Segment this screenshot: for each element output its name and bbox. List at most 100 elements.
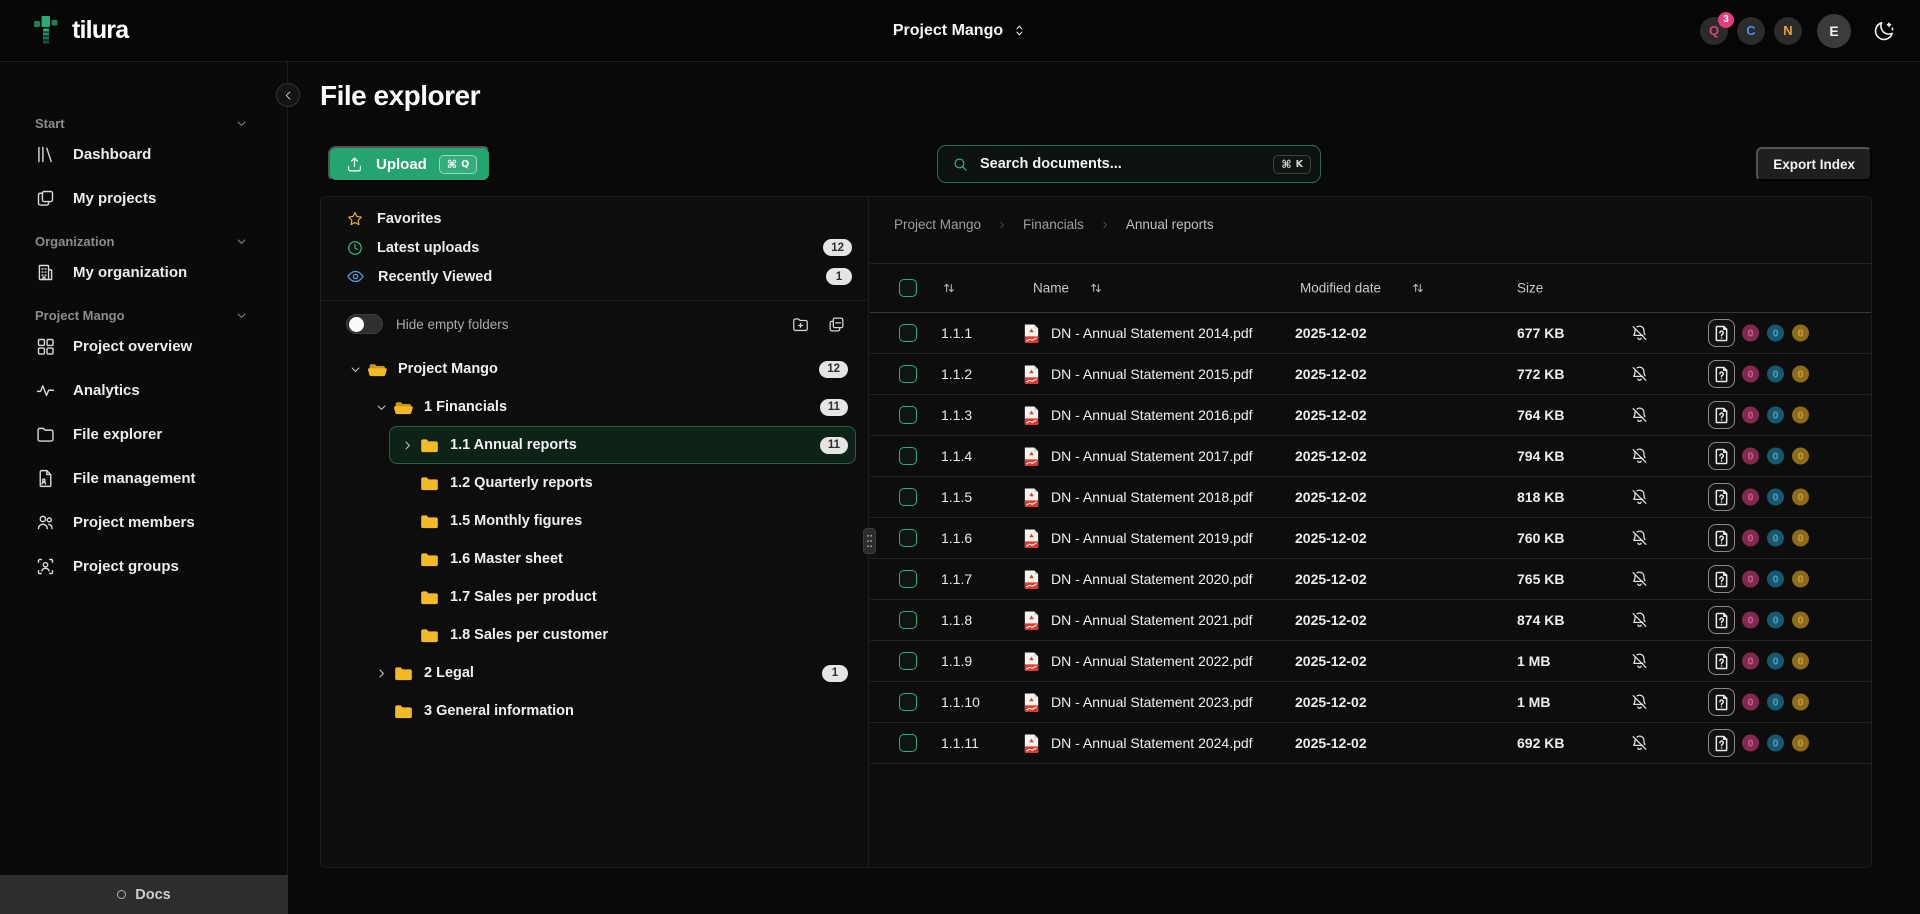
hide-empty-folders-toggle[interactable]	[346, 314, 383, 334]
row-checkbox[interactable]	[899, 652, 917, 670]
avatar-n[interactable]: N	[1774, 17, 1802, 45]
row-checkbox[interactable]	[899, 570, 917, 588]
collapse-all-icon[interactable]	[827, 315, 846, 334]
chevron-right-icon[interactable]	[398, 438, 416, 453]
file-name[interactable]: DN - Annual Statement 2020.pdf	[1051, 571, 1253, 587]
notifications-off-icon[interactable]	[1630, 488, 1649, 507]
breadcrumb-item-financials[interactable]: Financials	[1023, 217, 1084, 232]
export-index-button[interactable]: Export Index	[1756, 147, 1872, 181]
document-question-button[interactable]	[1708, 524, 1735, 552]
file-name[interactable]: DN - Annual Statement 2022.pdf	[1051, 653, 1253, 669]
document-question-button[interactable]	[1708, 401, 1735, 429]
sidebar-item-analytics[interactable]: Analytics	[0, 368, 287, 412]
quick-link-recently-viewed[interactable]: Recently Viewed1	[321, 262, 868, 291]
file-name[interactable]: DN - Annual Statement 2015.pdf	[1051, 366, 1253, 382]
notifications-off-icon[interactable]	[1630, 693, 1649, 712]
tree-row-2-legal[interactable]: 2 Legal1	[363, 654, 856, 692]
sidebar-section-header-start[interactable]: Start	[0, 114, 287, 132]
size-column-header[interactable]: Size	[1517, 281, 1543, 296]
document-question-button[interactable]	[1708, 565, 1735, 593]
notifications-off-icon[interactable]	[1630, 529, 1649, 548]
document-question-button[interactable]	[1708, 360, 1735, 388]
document-question-button[interactable]	[1708, 688, 1735, 716]
search-input[interactable]	[980, 156, 1262, 172]
file-name[interactable]: DN - Annual Statement 2023.pdf	[1051, 694, 1253, 710]
file-row-1-1-3[interactable]: 1.1.3DN - Annual Statement 2016.pdf2025-…	[870, 395, 1871, 436]
file-name[interactable]: DN - Annual Statement 2024.pdf	[1051, 735, 1253, 751]
file-name[interactable]: DN - Annual Statement 2017.pdf	[1051, 448, 1253, 464]
file-row-1-1-6[interactable]: 1.1.6DN - Annual Statement 2019.pdf2025-…	[870, 518, 1871, 559]
chevron-down-icon[interactable]	[346, 362, 364, 377]
search-box[interactable]: ⌘ K	[937, 145, 1321, 183]
sidebar-item-my-organization[interactable]: My organization	[0, 250, 287, 294]
breadcrumb-item-annual-reports[interactable]: Annual reports	[1126, 217, 1214, 232]
document-question-button[interactable]	[1708, 606, 1735, 634]
docs-button[interactable]: Docs	[0, 875, 288, 914]
sidebar-section-header-organization[interactable]: Organization	[0, 232, 287, 250]
quick-link-latest-uploads[interactable]: Latest uploads12	[321, 233, 868, 262]
chevron-right-icon[interactable]	[372, 666, 390, 681]
file-row-1-1-9[interactable]: 1.1.9DN - Annual Statement 2022.pdf2025-…	[870, 641, 1871, 682]
file-row-1-1-1[interactable]: 1.1.1DN - Annual Statement 2014.pdf2025-…	[870, 313, 1871, 354]
new-folder-icon[interactable]	[791, 315, 810, 334]
row-checkbox[interactable]	[899, 365, 917, 383]
sidebar-item-dashboard[interactable]: Dashboard	[0, 132, 287, 176]
sidebar-collapse-button[interactable]	[276, 83, 300, 107]
file-name[interactable]: DN - Annual Statement 2021.pdf	[1051, 612, 1253, 628]
file-row-1-1-5[interactable]: 1.1.5DN - Annual Statement 2018.pdf2025-…	[870, 477, 1871, 518]
app-logo[interactable]: tilura	[34, 16, 128, 45]
avatar-c[interactable]: C	[1737, 17, 1765, 45]
sidebar-item-file-explorer[interactable]: File explorer	[0, 412, 287, 456]
tree-row-1-7-sales-per-product[interactable]: 1.7 Sales per product	[389, 578, 856, 616]
notifications-off-icon[interactable]	[1630, 447, 1649, 466]
sidebar-section-header-project-mango[interactable]: Project Mango	[0, 306, 287, 324]
notifications-off-icon[interactable]	[1630, 406, 1649, 425]
avatar-q[interactable]: Q3	[1700, 17, 1728, 45]
file-name[interactable]: DN - Annual Statement 2016.pdf	[1051, 407, 1253, 423]
file-name[interactable]: DN - Annual Statement 2018.pdf	[1051, 489, 1253, 505]
row-checkbox[interactable]	[899, 406, 917, 424]
row-checkbox[interactable]	[899, 488, 917, 506]
name-column-header[interactable]: Name	[1033, 281, 1069, 296]
row-checkbox[interactable]	[899, 611, 917, 629]
tree-row-1-8-sales-per-customer[interactable]: 1.8 Sales per customer	[389, 616, 856, 654]
notifications-off-icon[interactable]	[1630, 324, 1649, 343]
sidebar-item-project-overview[interactable]: Project overview	[0, 324, 287, 368]
tree-row-3-general-information[interactable]: 3 General information	[363, 692, 856, 730]
pane-resize-handle[interactable]	[863, 528, 876, 554]
sidebar-item-project-groups[interactable]: Project groups	[0, 544, 287, 588]
tree-row-1-financials[interactable]: 1 Financials11	[363, 388, 856, 426]
notifications-off-icon[interactable]	[1630, 734, 1649, 753]
file-row-1-1-8[interactable]: 1.1.8DN - Annual Statement 2021.pdf2025-…	[870, 600, 1871, 641]
notifications-off-icon[interactable]	[1630, 611, 1649, 630]
breadcrumb-item-project-mango[interactable]: Project Mango	[894, 217, 981, 232]
file-row-1-1-4[interactable]: 1.1.4DN - Annual Statement 2017.pdf2025-…	[870, 436, 1871, 477]
chevron-down-icon[interactable]	[372, 400, 390, 415]
notifications-off-icon[interactable]	[1630, 365, 1649, 384]
file-row-1-1-10[interactable]: 1.1.10DN - Annual Statement 2023.pdf2025…	[870, 682, 1871, 723]
tree-row-1-2-quarterly-reports[interactable]: 1.2 Quarterly reports	[389, 464, 856, 502]
sidebar-item-my-projects[interactable]: My projects	[0, 176, 287, 220]
file-row-1-1-7[interactable]: 1.1.7DN - Annual Statement 2020.pdf2025-…	[870, 559, 1871, 600]
notifications-off-icon[interactable]	[1630, 570, 1649, 589]
tree-row-1-5-monthly-figures[interactable]: 1.5 Monthly figures	[389, 502, 856, 540]
theme-toggle-button[interactable]	[1872, 19, 1896, 43]
file-name[interactable]: DN - Annual Statement 2014.pdf	[1051, 325, 1253, 341]
tree-row-project-mango[interactable]: Project Mango12	[337, 350, 856, 388]
row-checkbox[interactable]	[899, 529, 917, 547]
document-question-button[interactable]	[1708, 319, 1735, 347]
avatar-e[interactable]: E	[1817, 14, 1851, 48]
document-question-button[interactable]	[1708, 729, 1735, 757]
upload-button[interactable]: Upload ⌘ Q	[328, 146, 491, 182]
row-checkbox[interactable]	[899, 693, 917, 711]
tree-row-1-1-annual-reports[interactable]: 1.1 Annual reports11	[389, 426, 856, 464]
sidebar-item-file-management[interactable]: File management	[0, 456, 287, 500]
row-checkbox[interactable]	[899, 447, 917, 465]
file-name[interactable]: DN - Annual Statement 2019.pdf	[1051, 530, 1253, 546]
file-row-1-1-2[interactable]: 1.1.2DN - Annual Statement 2015.pdf2025-…	[870, 354, 1871, 395]
notifications-off-icon[interactable]	[1630, 652, 1649, 671]
project-selector[interactable]: Project Mango	[893, 22, 1027, 40]
document-question-button[interactable]	[1708, 442, 1735, 470]
file-row-1-1-11[interactable]: 1.1.11DN - Annual Statement 2024.pdf2025…	[870, 723, 1871, 764]
name-sort-icon[interactable]	[1088, 280, 1104, 296]
